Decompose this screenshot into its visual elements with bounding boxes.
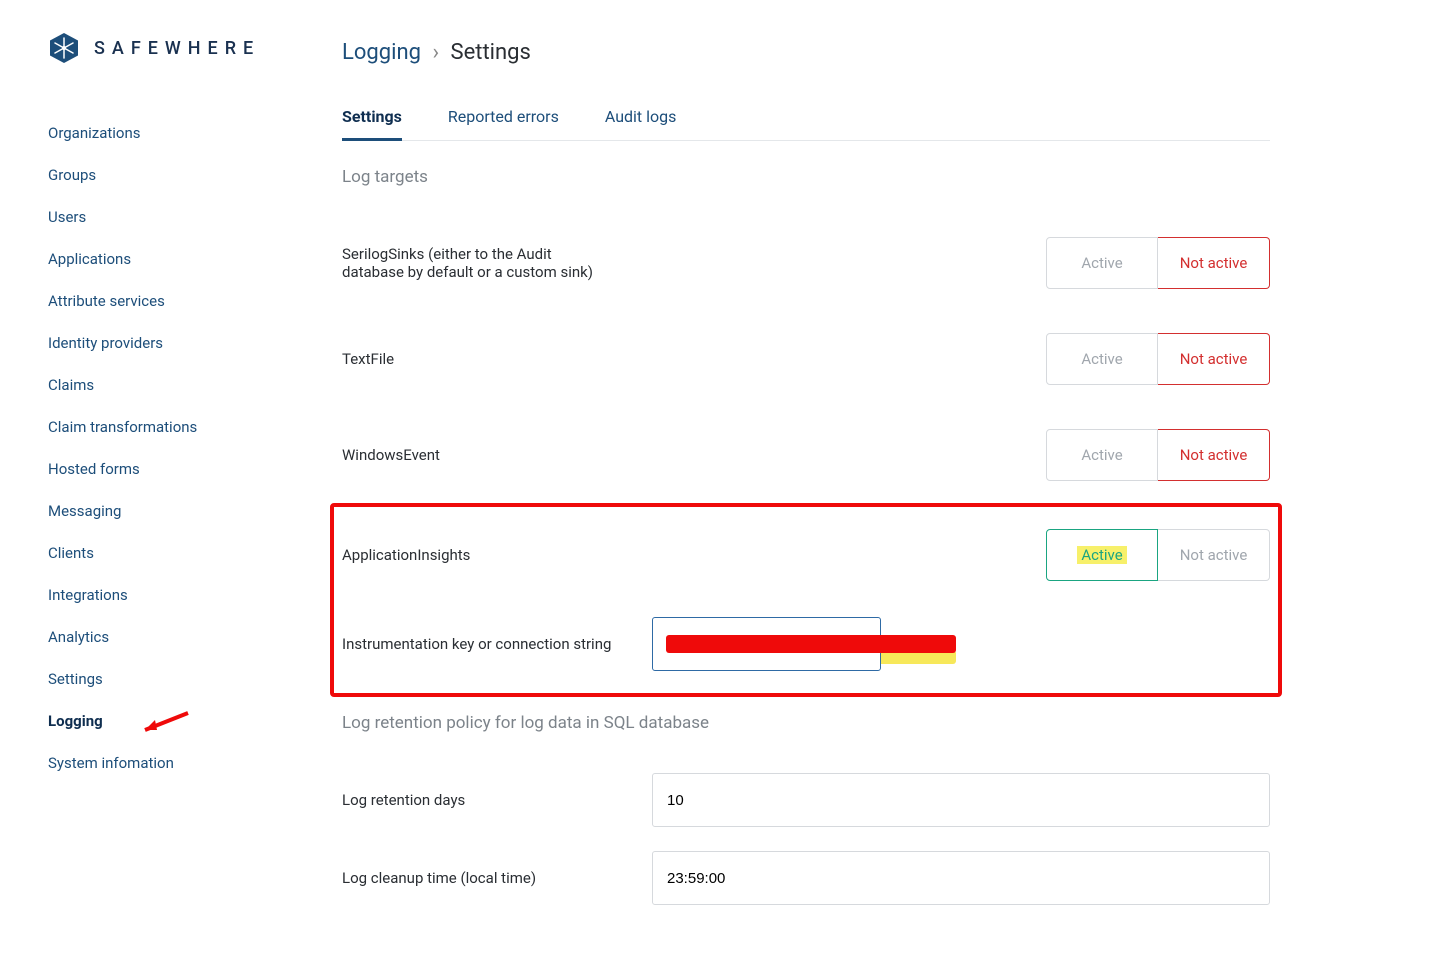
sidebar-item-claim-transformations[interactable]: Claim transformations: [48, 406, 310, 448]
brand-logo: SAFEWHERE: [48, 32, 310, 64]
sidebar-item-analytics[interactable]: Analytics: [48, 616, 310, 658]
chevron-right-icon: ›: [432, 40, 439, 65]
toggle-not-active[interactable]: Not active: [1158, 429, 1270, 481]
cleanup-time-label: Log cleanup time (local time): [342, 869, 632, 887]
brand-text: SAFEWHERE: [94, 38, 260, 59]
annotation-redaction-bar: [666, 635, 956, 653]
sidebar-nav: Organizations Groups Users Applications …: [48, 112, 310, 784]
sidebar-item-users[interactable]: Users: [48, 196, 310, 238]
sidebar-item-groups[interactable]: Groups: [48, 154, 310, 196]
sidebar-item-system-information[interactable]: System infomation: [48, 742, 310, 784]
tab-reported-errors[interactable]: Reported errors: [448, 107, 559, 140]
toggle-not-active[interactable]: Not active: [1158, 237, 1270, 289]
sidebar-item-applications[interactable]: Applications: [48, 238, 310, 280]
field-row-retention-days: Log retention days: [342, 761, 1270, 839]
toggle-not-active[interactable]: Not active: [1158, 529, 1270, 581]
section-title-retention: Log retention policy for log data in SQL…: [342, 713, 1270, 733]
instrumentation-key-label: Instrumentation key or connection string: [342, 635, 632, 653]
sidebar-item-clients[interactable]: Clients: [48, 532, 310, 574]
tabs: Settings Reported errors Audit logs: [342, 107, 1270, 141]
target-label: TextFile: [342, 350, 652, 368]
annotation-highlight-box: ApplicationInsights Active Not active In…: [330, 503, 1282, 697]
target-row-textfile: TextFile Active Not active: [342, 311, 1270, 407]
target-row-applicationinsights: ApplicationInsights Active Not active: [342, 507, 1270, 603]
tab-settings[interactable]: Settings: [342, 107, 402, 140]
sidebar-item-attribute-services[interactable]: Attribute services: [48, 280, 310, 322]
retention-days-label: Log retention days: [342, 791, 632, 809]
toggle-group: Active Not active: [1046, 333, 1270, 385]
snowflake-hex-icon: [48, 32, 80, 64]
sidebar-item-messaging[interactable]: Messaging: [48, 490, 310, 532]
toggle-active-label: Active: [1077, 546, 1126, 564]
breadcrumb-current: Settings: [451, 40, 531, 65]
sidebar-item-settings[interactable]: Settings: [48, 658, 310, 700]
app-root: SAFEWHERE Organizations Groups Users App…: [0, 0, 1440, 957]
toggle-not-active[interactable]: Not active: [1158, 333, 1270, 385]
toggle-group: Active Not active: [1046, 237, 1270, 289]
target-label: SerilogSinks (either to the Audit databa…: [342, 245, 612, 281]
toggle-active[interactable]: Active: [1046, 333, 1158, 385]
toggle-active[interactable]: Active: [1046, 237, 1158, 289]
sidebar: SAFEWHERE Organizations Groups Users App…: [0, 0, 310, 957]
section-title-log-targets: Log targets: [342, 167, 1270, 187]
main-content: Logging › Settings Settings Reported err…: [310, 0, 1310, 957]
sidebar-item-integrations[interactable]: Integrations: [48, 574, 310, 616]
sidebar-item-hosted-forms[interactable]: Hosted forms: [48, 448, 310, 490]
sidebar-item-identity-providers[interactable]: Identity providers: [48, 322, 310, 364]
target-label: WindowsEvent: [342, 446, 652, 464]
target-row-windowsevent: WindowsEvent Active Not active: [342, 407, 1270, 503]
sidebar-item-organizations[interactable]: Organizations: [48, 112, 310, 154]
toggle-active[interactable]: Active: [1046, 429, 1158, 481]
instrumentation-key-wrap: [652, 617, 1270, 671]
sidebar-item-logging[interactable]: Logging: [48, 700, 310, 742]
breadcrumb-parent-link[interactable]: Logging: [342, 40, 421, 65]
target-label: ApplicationInsights: [342, 546, 652, 564]
field-row-cleanup-time: Log cleanup time (local time): [342, 839, 1270, 917]
field-row-instrumentation-key: Instrumentation key or connection string: [342, 603, 1270, 681]
tab-audit-logs[interactable]: Audit logs: [605, 107, 677, 140]
toggle-active[interactable]: Active: [1046, 529, 1158, 581]
retention-days-input[interactable]: [652, 773, 1270, 827]
toggle-group: Active Not active: [1046, 429, 1270, 481]
toggle-group: Active Not active: [1046, 529, 1270, 581]
target-row-serilogsinks: SerilogSinks (either to the Audit databa…: [342, 215, 1270, 311]
cleanup-time-input[interactable]: [652, 851, 1270, 905]
sidebar-item-claims[interactable]: Claims: [48, 364, 310, 406]
breadcrumb: Logging › Settings: [342, 40, 1270, 65]
